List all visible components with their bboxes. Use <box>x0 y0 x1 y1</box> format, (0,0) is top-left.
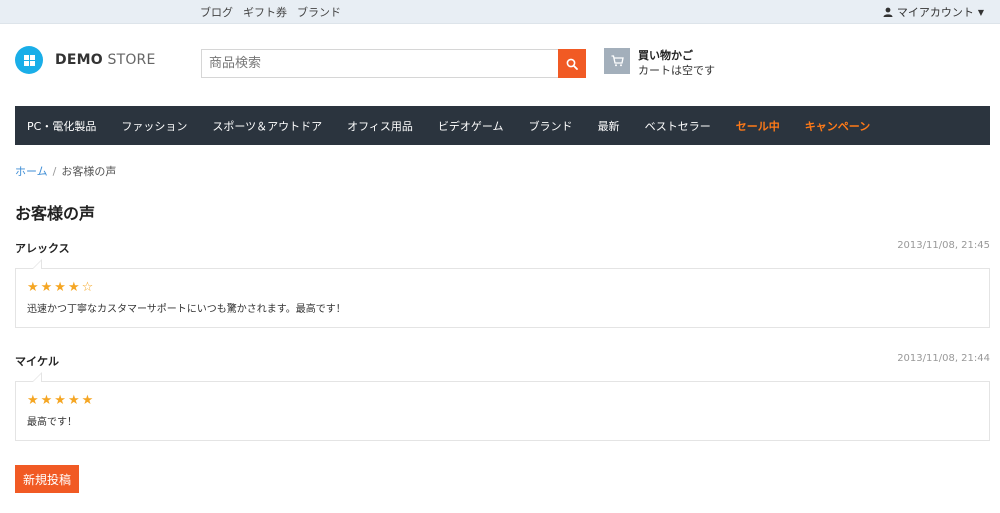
review-comment: 最高です！ <box>27 417 77 428</box>
cart-status: カートは空です <box>638 64 715 77</box>
nav-item-brands[interactable]: ブランド <box>529 118 573 134</box>
nav-item-sports-outdoor[interactable]: スポーツ＆アウトドア <box>212 118 322 134</box>
cart-title: 買い物かご <box>638 49 693 62</box>
store-logo[interactable]: DEMO STORE <box>15 46 156 74</box>
review-box: ★★★★★ 最高です！ <box>15 372 990 441</box>
top-link-brand[interactable]: ブランド <box>297 4 341 20</box>
nav-item-fashion[interactable]: ファッション <box>121 118 187 134</box>
page-title: お客様の声 <box>15 204 96 223</box>
top-bar: ブログ ギフト券 ブランド マイアカウント ▼ <box>0 0 1000 24</box>
nav-item-campaign[interactable]: キャンペーン <box>805 118 870 134</box>
user-icon <box>883 7 893 17</box>
star-rating: ★★★★★ <box>27 393 96 408</box>
breadcrumb-home[interactable]: ホーム <box>15 165 48 178</box>
search-input[interactable] <box>201 49 558 78</box>
logo-text: DEMO STORE <box>55 52 156 68</box>
nav-item-video-games[interactable]: ビデオゲーム <box>438 118 504 134</box>
search-icon <box>566 58 578 70</box>
new-post-button[interactable]: 新規投稿 <box>15 465 79 493</box>
nav-item-bestsellers[interactable]: ベストセラー <box>645 118 711 134</box>
search-button[interactable] <box>558 49 586 78</box>
breadcrumb: ホーム / お客様の声 <box>15 163 116 179</box>
account-label: マイアカウント <box>896 6 974 19</box>
top-links: ブログ ギフト券 ブランド <box>200 4 341 20</box>
category-nav: PC・電化製品 ファッション スポーツ＆アウトドア オフィス用品 ビデオゲーム … <box>15 106 990 145</box>
breadcrumb-current: お客様の声 <box>61 165 117 178</box>
cart-text: 買い物かご カートは空です <box>638 48 715 78</box>
star-rating: ★★★★☆ <box>27 280 96 295</box>
review-author: マイケル <box>15 355 59 368</box>
logo-mark-icon <box>15 46 43 74</box>
account-menu[interactable]: マイアカウント ▼ <box>883 4 984 20</box>
review-comment: 迅速かつ丁寧なカスタマーサポートにいつも驚かされます。最高です！ <box>27 304 346 315</box>
nav-item-sale[interactable]: セール中 <box>736 118 780 134</box>
review-box: ★★★★☆ 迅速かつ丁寧なカスタマーサポートにいつも驚かされます。最高です！ <box>15 259 990 328</box>
nav-item-office[interactable]: オフィス用品 <box>347 118 413 134</box>
nav-item-new[interactable]: 最新 <box>598 118 620 134</box>
search-bar <box>201 49 586 78</box>
cart-icon <box>604 48 630 74</box>
caret-down-icon: ▼ <box>977 7 984 17</box>
top-link-blog[interactable]: ブログ <box>200 4 233 20</box>
nav-item-electronics[interactable]: PC・電化製品 <box>27 118 96 134</box>
top-link-gift-card[interactable]: ギフト券 <box>243 4 287 20</box>
review-date: 2013/11/08, 21:45 <box>897 240 990 251</box>
cart-widget[interactable]: 買い物かご カートは空です <box>604 48 715 78</box>
review-date: 2013/11/08, 21:44 <box>897 353 990 364</box>
breadcrumb-separator: / <box>52 165 57 178</box>
review-author: アレックス <box>15 242 70 255</box>
